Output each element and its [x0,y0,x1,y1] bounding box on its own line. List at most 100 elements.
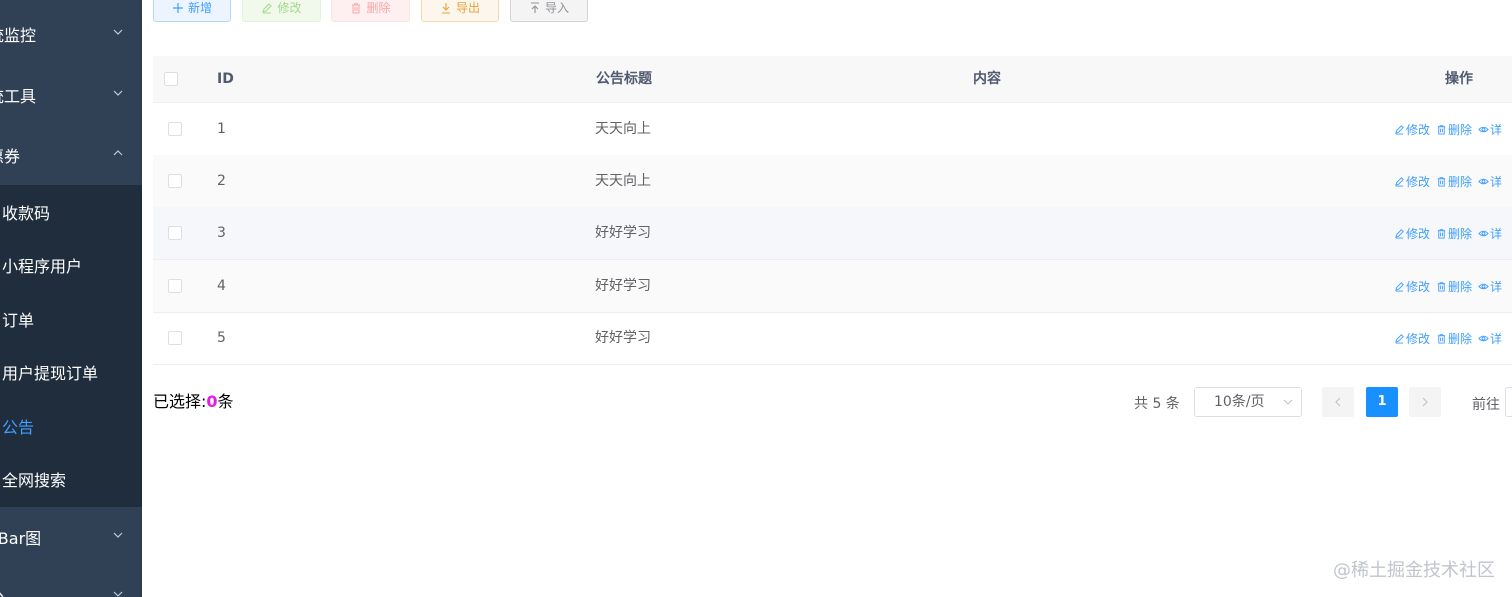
submenu-label: 用户提现订单 [2,364,99,383]
row-edit-link[interactable]: 修改 [1394,278,1430,295]
submenu-item-announcements[interactable]: 公告 [0,401,142,454]
plus-icon [172,3,183,13]
row-checkbox[interactable] [168,174,182,188]
table-row: 4 好好学习 修改 删除 详 [153,260,1512,313]
import-button[interactable]: 导入 [510,0,588,22]
row-delete-link[interactable]: 删除 [1436,121,1472,138]
export-button[interactable]: 导出 [421,0,499,22]
edit-button-label: 修改 [277,1,302,15]
eye-icon [1478,283,1489,289]
cell-id: 5 [217,330,226,346]
trash-icon [1437,228,1446,239]
row-edit-link[interactable]: 修改 [1394,225,1430,242]
row-delete-label: 删除 [1448,331,1473,346]
chevron-down-icon [113,29,123,35]
submenu-item-miniprogram-users[interactable]: 小程序用户 [0,240,142,293]
edit-icon [1395,281,1404,292]
row-detail-label: 详 [1490,122,1503,137]
row-delete-label: 删除 [1448,122,1473,137]
menu-item-system-monitor[interactable]: 统监控 [0,8,142,64]
selected-suffix: 条 [217,392,234,411]
pagination-total: 共 5 条 [1134,396,1180,412]
row-detail-label: 详 [1490,226,1503,241]
row-checkbox[interactable] [168,331,182,345]
page-number-current[interactable]: 1 [1366,387,1398,417]
submenu: 收款码 小程序用户 订单 用户提现订单 公告 全网搜索 [0,185,142,507]
edit-icon [1395,124,1404,135]
submenu-item-network-search[interactable]: 全网搜索 [0,454,142,507]
menu-item-coupon[interactable]: 惠券 [0,129,142,185]
menu-item-echarts-bar[interactable]: oBar图 [0,511,142,567]
cell-title: 好好学习 [595,278,651,294]
menu-label: 惠券 [0,147,21,166]
edit-button[interactable]: 修改 [242,0,321,22]
row-detail-link[interactable]: 详 [1478,278,1502,295]
row-detail-link[interactable]: 详 [1478,173,1502,190]
row-edit-link[interactable]: 修改 [1394,121,1430,138]
cell-title: 天天向上 [595,173,651,189]
menu-label: 统监控 [0,26,37,45]
goto-page-input[interactable] [1505,387,1512,417]
column-header-id[interactable]: ID [217,56,234,102]
export-button-label: 导出 [455,1,480,15]
select-all-checkbox[interactable] [164,72,178,86]
cell-title: 天天向上 [595,121,651,137]
row-edit-label: 修改 [1406,279,1431,294]
submenu-item-withdraw-orders[interactable]: 用户提现订单 [0,347,142,400]
row-detail-label: 详 [1490,331,1503,346]
eye-icon [1478,335,1489,341]
row-edit-link[interactable]: 修改 [1394,330,1430,347]
menu-item-system-tools[interactable]: 统工具 [0,69,142,125]
row-detail-link[interactable]: 详 [1478,330,1502,347]
row-delete-link[interactable]: 删除 [1436,225,1472,242]
edit-icon [262,3,273,14]
trash-icon [1437,176,1446,187]
row-checkbox[interactable] [168,226,182,240]
cell-title: 好好学习 [595,225,651,241]
page-size-value: 10条/页 [1214,394,1265,410]
row-delete-link[interactable]: 删除 [1436,278,1472,295]
table-header: ID 公告标题 内容 操作 [153,56,1512,103]
chevron-up-icon [113,150,123,156]
cell-id: 1 [217,121,226,137]
page-size-select[interactable]: 10条/页 [1194,387,1302,417]
trash-icon [1437,124,1446,135]
next-page-button[interactable] [1409,387,1441,417]
row-delete-link[interactable]: 删除 [1436,330,1472,347]
watermark: @稀土掘金技术社区 [1333,560,1495,581]
column-header-content[interactable]: 内容 [973,56,1001,102]
trash-icon [1437,281,1446,292]
row-edit-label: 修改 [1406,174,1431,189]
submenu-item-payment-code[interactable]: 收款码 [0,187,142,240]
row-checkbox[interactable] [168,122,182,136]
row-detail-link[interactable]: 详 [1478,225,1502,242]
cell-id: 4 [217,278,226,294]
row-actions: 修改 删除 详 [1394,312,1508,364]
eye-icon [1478,126,1489,132]
add-button-label: 新增 [187,1,212,15]
menu-item-more[interactable]: 公 [0,570,142,597]
prev-page-button[interactable] [1322,387,1354,417]
submenu-item-orders[interactable]: 订单 [0,294,142,347]
submenu-label: 小程序用户 [2,257,83,276]
row-edit-label: 修改 [1406,226,1431,241]
row-checkbox[interactable] [168,279,182,293]
trash-icon [1437,333,1446,344]
column-header-title[interactable]: 公告标题 [596,56,652,102]
row-delete-label: 删除 [1448,226,1473,241]
submenu-label: 收款码 [2,204,51,223]
chevron-down-icon [113,532,123,538]
delete-button[interactable]: 删除 [331,0,410,22]
add-button[interactable]: 新增 [153,0,231,22]
row-edit-label: 修改 [1406,122,1431,137]
table-row: 3 好好学习 修改 删除 详 [153,207,1512,260]
chevron-down-icon [113,591,123,597]
row-delete-link[interactable]: 删除 [1436,173,1472,190]
edit-icon [1395,333,1404,344]
row-detail-link[interactable]: 详 [1478,121,1502,138]
row-detail-label: 详 [1490,279,1503,294]
chevron-down-icon [113,90,123,96]
cell-title: 好好学习 [595,330,651,346]
submenu-label: 公告 [2,418,35,437]
row-edit-link[interactable]: 修改 [1394,173,1430,190]
